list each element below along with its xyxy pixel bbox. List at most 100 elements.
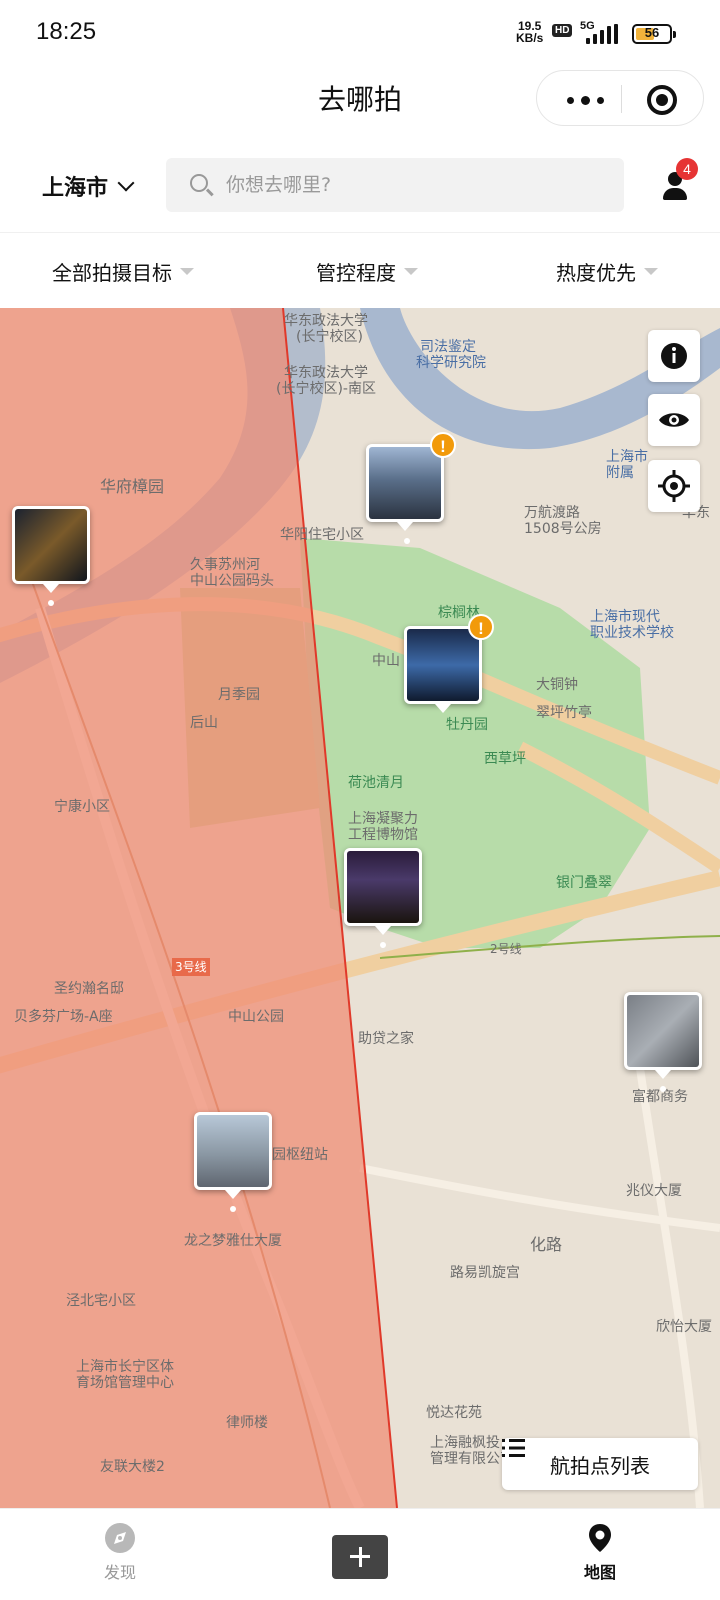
search-input[interactable] xyxy=(226,170,606,200)
poi-label: 龙之梦雅仕大厦 xyxy=(184,1233,282,1249)
warning-icon: ! xyxy=(468,614,494,640)
list-button-label: 航拍点列表 xyxy=(550,1453,650,1478)
tab-discover[interactable]: 发现 xyxy=(80,1521,160,1583)
poi-label: 2号线 xyxy=(490,942,522,956)
poi-label: 圣约瀚名邸 xyxy=(54,981,124,997)
locate-button[interactable] xyxy=(648,460,700,512)
list-icon xyxy=(502,1439,525,1457)
poi-label: 大铜钟 xyxy=(536,677,578,693)
poi-label: 附属 xyxy=(606,465,634,481)
spot-thumbnail xyxy=(627,995,699,1067)
aerial-spot-list-button[interactable]: 航拍点列表 xyxy=(502,1438,698,1490)
poi-label: 中山公园码头 xyxy=(190,573,274,589)
poi-label: 3号线 xyxy=(172,958,210,976)
map-view[interactable]: 华东政法大学 (长宁校区) 司法鉴定 科学研究院 华东政法大学 (长宁校区)-南… xyxy=(0,308,720,1508)
compass-icon xyxy=(105,1523,135,1553)
poi-label: 律师楼 xyxy=(226,1415,268,1431)
miniprogram-capsule xyxy=(536,70,704,126)
poi-label: 兆仪大厦 xyxy=(626,1183,682,1199)
title-bar: 去哪拍 xyxy=(0,64,720,128)
eye-icon xyxy=(659,413,689,427)
dropdown-arrow-icon xyxy=(404,268,418,275)
poi-label: 月季园 xyxy=(218,687,260,703)
poi-label: 欣怡大厦 xyxy=(656,1319,712,1335)
map-pin-icon xyxy=(589,1524,611,1552)
filter-control-level[interactable]: 管控程度 xyxy=(316,257,418,286)
visibility-button[interactable] xyxy=(648,394,700,446)
aerial-spot-pin[interactable] xyxy=(12,506,90,593)
poi-label: 工程博物馆 xyxy=(348,827,418,843)
filter-label: 管控程度 xyxy=(316,261,396,285)
city-selector[interactable]: 上海市 xyxy=(42,170,135,202)
spot-thumbnail xyxy=(197,1115,269,1187)
signal-icon xyxy=(586,24,622,44)
user-profile-button[interactable]: 4 xyxy=(656,158,700,204)
info-button[interactable] xyxy=(648,330,700,382)
spot-marker-dot xyxy=(48,600,54,606)
aerial-spot-pin[interactable]: ! xyxy=(404,614,494,713)
spot-marker-dot xyxy=(404,538,410,544)
chevron-down-icon xyxy=(117,174,135,192)
spot-thumbnail xyxy=(347,851,419,923)
poi-label: 后山 xyxy=(190,715,218,731)
poi-label: 化路 xyxy=(530,1235,563,1254)
poi-label: 西草坪 xyxy=(484,751,526,767)
capsule-divider xyxy=(621,85,622,113)
poi-label: 友联大楼2 xyxy=(100,1459,165,1475)
tab-label: 发现 xyxy=(103,1563,136,1582)
tab-label: 地图 xyxy=(583,1563,616,1582)
poi-label: 银门叠翠 xyxy=(556,875,612,891)
spot-thumbnail xyxy=(15,509,87,581)
network-speed: 19.5 KB/s xyxy=(516,20,543,44)
search-box[interactable] xyxy=(166,158,624,212)
spot-thumbnail xyxy=(369,447,441,519)
filter-shooting-target[interactable]: 全部拍摄目标 xyxy=(52,257,194,286)
poi-label: 泾北宅小区 xyxy=(66,1293,136,1309)
poi-label: 园枢纽站 xyxy=(272,1147,328,1163)
poi-label: 1508号公房 xyxy=(524,521,602,537)
poi-label: 华府樟园 xyxy=(100,477,165,496)
more-icon[interactable] xyxy=(559,89,619,109)
filter-label: 热度优先 xyxy=(556,261,636,285)
spot-marker-dot xyxy=(230,1206,236,1212)
poi-label: 育场馆管理中心 xyxy=(76,1375,174,1391)
status-bar: 18:25 19.5 KB/s HD 5G 56 xyxy=(0,0,720,64)
filter-label: 全部拍摄目标 xyxy=(52,261,172,285)
filter-sort-popularity[interactable]: 热度优先 xyxy=(556,257,658,286)
aerial-spot-pin[interactable] xyxy=(194,1112,272,1199)
spot-marker-dot xyxy=(380,942,386,948)
aerial-spot-pin[interactable] xyxy=(344,848,422,935)
locate-icon xyxy=(658,470,690,502)
spot-marker-dot xyxy=(660,1086,666,1092)
aerial-spot-pin[interactable] xyxy=(624,992,702,1079)
poi-label: 中山公园 xyxy=(228,1009,284,1025)
city-label: 上海市 xyxy=(42,176,109,201)
hd-indicator: HD xyxy=(552,24,573,37)
tab-map[interactable]: 地图 xyxy=(560,1521,640,1583)
search-icon xyxy=(190,174,208,192)
dropdown-arrow-icon xyxy=(180,268,194,275)
poi-label: 路易凯旋宫 xyxy=(450,1265,520,1281)
network-speed-unit: KB/s xyxy=(516,31,544,45)
poi-label: 职业技术学校 xyxy=(590,625,674,641)
poi-label: 中山 xyxy=(372,653,400,669)
add-button[interactable] xyxy=(332,1535,388,1579)
poi-label: 宁康小区 xyxy=(54,799,110,815)
info-icon xyxy=(661,343,687,369)
poi-label: 科学研究院 xyxy=(416,355,486,371)
battery-level: 56 xyxy=(644,25,660,40)
poi-label: 贝多芬广场-A座 xyxy=(14,1009,113,1025)
spot-thumbnail xyxy=(407,629,479,701)
poi-label: (长宁校区) xyxy=(296,329,363,345)
aerial-spot-pin[interactable]: ! xyxy=(366,432,456,531)
poi-label: 助贷之家 xyxy=(358,1031,414,1047)
status-time: 18:25 xyxy=(36,18,97,45)
search-row: 上海市 4 xyxy=(0,140,720,232)
close-miniprogram-icon[interactable] xyxy=(647,85,677,115)
notification-badge: 4 xyxy=(676,158,698,180)
bottom-tab-bar: 发现 地图 xyxy=(0,1508,720,1600)
warning-icon: ! xyxy=(430,432,456,458)
poi-label: (长宁校区)-南区 xyxy=(276,381,376,397)
poi-label: 华阳住宅小区 xyxy=(280,527,364,543)
poi-label: 荷池清月 xyxy=(348,775,404,791)
